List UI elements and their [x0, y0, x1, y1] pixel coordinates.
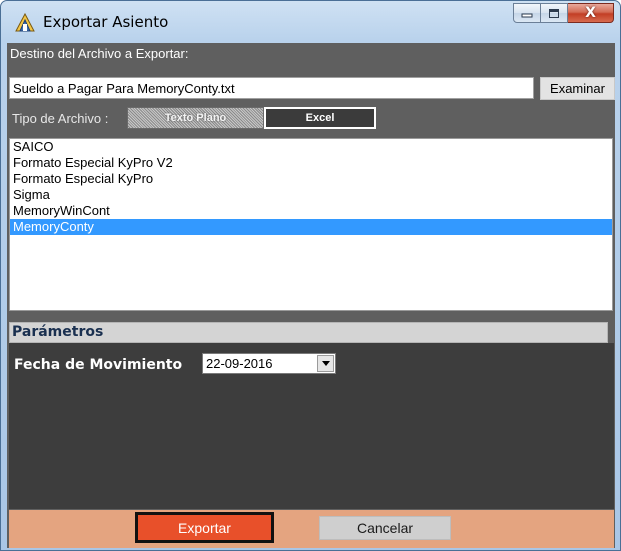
maximize-icon: [549, 8, 559, 18]
export-format-list[interactable]: SAICO Formato Especial KyPro V2 Formato …: [9, 138, 613, 311]
file-type-plain-text-toggle[interactable]: Texto Plano: [127, 107, 264, 129]
destination-label: Destino del Archivo a Exportar:: [10, 46, 189, 61]
close-button[interactable]: X: [568, 3, 614, 23]
list-item[interactable]: MemoryWinCont: [10, 203, 612, 219]
list-item[interactable]: Formato Especial KyPro V2: [10, 155, 612, 171]
date-dropdown-button[interactable]: [317, 355, 334, 372]
list-item[interactable]: SAICO: [10, 139, 612, 155]
file-type-label: Tipo de Archivo :: [12, 111, 109, 126]
dialog-footer: Exportar Cancelar: [9, 510, 614, 548]
title-bar[interactable]: Exportar Asiento X: [1, 1, 620, 43]
window-title: Exportar Asiento: [43, 13, 169, 31]
movement-date-picker[interactable]: 22-09-2016: [202, 353, 336, 374]
list-item-selected[interactable]: MemoryConty: [10, 219, 612, 235]
parameters-header: Parámetros: [9, 322, 608, 343]
export-app-icon: [15, 12, 35, 32]
file-path-input[interactable]: [9, 77, 534, 99]
list-item[interactable]: Formato Especial KyPro: [10, 171, 612, 187]
parameters-panel: Fecha de Movimiento 22-09-2016: [9, 343, 614, 509]
cancel-button[interactable]: Cancelar: [319, 516, 451, 540]
export-dialog-window: Exportar Asiento X Destino del Archivo a…: [0, 0, 621, 551]
list-item[interactable]: Sigma: [10, 187, 612, 203]
window-controls: X: [513, 3, 614, 23]
chevron-down-icon: [321, 361, 330, 366]
close-icon: X: [585, 5, 596, 21]
movement-date-label: Fecha de Movimiento: [14, 357, 183, 373]
export-button[interactable]: Exportar: [135, 512, 274, 543]
file-type-excel-toggle[interactable]: Excel: [264, 107, 376, 129]
maximize-button[interactable]: [541, 3, 568, 23]
movement-date-value: 22-09-2016: [206, 356, 273, 371]
minimize-icon: [521, 13, 533, 18]
dialog-client-area: Destino del Archivo a Exportar: Examinar…: [7, 43, 615, 548]
minimize-button[interactable]: [513, 3, 541, 23]
browse-button[interactable]: Examinar: [540, 77, 615, 100]
